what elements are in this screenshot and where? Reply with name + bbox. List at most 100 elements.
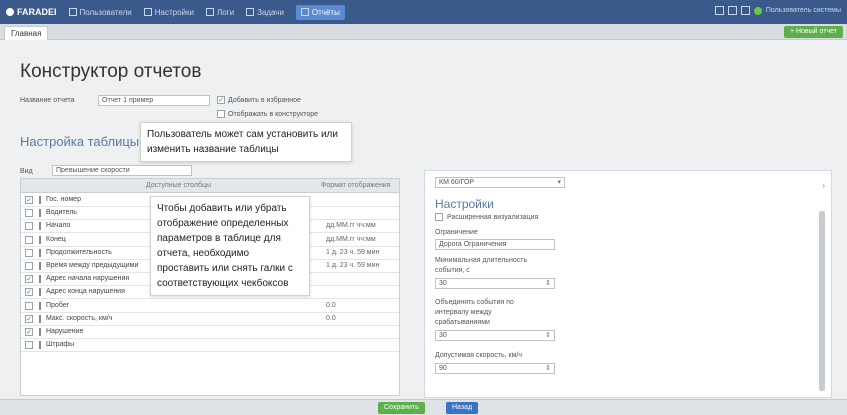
gear-icon [143, 8, 152, 16]
row-param-name: Конец [46, 235, 66, 243]
row-param-name: Гос. номер [46, 196, 81, 203]
row-format-value[interactable]: 1 д. 23 ч. 59 мин [326, 262, 379, 269]
row-checkbox[interactable]: ✓ [25, 328, 33, 336]
settings-select[interactable]: КМ 60/ГОР ▾ [435, 177, 565, 188]
row-checkbox[interactable]: ✓ [25, 275, 33, 284]
grid-icon[interactable] [727, 6, 737, 15]
constructor-checkbox[interactable] [217, 110, 225, 118]
row-param-name: Начало [46, 222, 71, 230]
message-icon[interactable] [740, 6, 750, 15]
row-format-value[interactable]: дд.ММ.гг чч:мм [326, 222, 376, 229]
drag-handle-icon[interactable] [39, 275, 41, 284]
row-format-value[interactable]: 0.0 [326, 315, 336, 322]
row-param-name: Адрес конца нарушения [46, 288, 125, 296]
extended-checkbox[interactable] [435, 213, 443, 221]
drag-handle-icon[interactable] [39, 222, 41, 231]
stepper-icon[interactable]: ⇕ [545, 279, 551, 288]
bottom-bar: Сохранить Назад [0, 399, 847, 415]
top-right-tools: Пользователь системы [714, 6, 841, 15]
report-name-input[interactable]: Отчет 1 пример [98, 95, 210, 106]
doc-icon [205, 8, 214, 16]
expand-icon[interactable]: › [822, 181, 825, 190]
row-param-name: Время между предыдущими [46, 262, 139, 269]
drag-handle-icon[interactable] [39, 288, 41, 297]
row-checkbox[interactable] [25, 222, 33, 231]
drag-handle-icon[interactable] [39, 328, 41, 336]
nav-settings[interactable]: Настройки [143, 8, 194, 17]
app-logo[interactable]: FARADEI [6, 7, 57, 17]
table-row: ✓ Макс. скорость, км/ч 0.0 [21, 313, 399, 326]
settings-title: Настройки [435, 197, 494, 211]
nav-reports[interactable]: Отчёты [295, 4, 345, 20]
row-param-name: Адрес начала нарушения [46, 275, 130, 283]
page-title: Конструктор отчетов [20, 61, 202, 82]
stepper-icon[interactable]: ⇕ [545, 331, 551, 340]
row-checkbox[interactable]: ✓ [25, 196, 33, 204]
col-format-header: Формат отображения [321, 182, 391, 189]
drag-handle-icon[interactable] [39, 209, 41, 218]
row-checkbox[interactable] [25, 209, 33, 218]
top-navbar: FARADEI Пользователи Настройки Логи Зада… [0, 0, 847, 24]
nav-tasks[interactable]: Задачи [246, 8, 284, 17]
min-duration-label: Минимальная длительность [435, 257, 528, 264]
settings-panel: КМ 60/ГОР ▾ Настройки Расширенная визуали… [424, 170, 832, 398]
table-row: ✓ Нарушение [21, 326, 399, 339]
view-label: Вид [20, 168, 33, 175]
drag-handle-icon[interactable] [39, 196, 41, 204]
row-checkbox[interactable] [25, 248, 33, 257]
limit-input[interactable]: Дорога Ограничения [435, 239, 555, 250]
row-checkbox[interactable]: ✓ [25, 314, 33, 323]
tab-main[interactable]: Главная [4, 26, 49, 40]
drag-handle-icon[interactable] [39, 235, 41, 244]
table-settings-title: Настройка таблицы [20, 134, 140, 149]
save-button[interactable]: Сохранить [378, 402, 425, 414]
merge-label: Объединять события по [435, 299, 514, 306]
speed-input[interactable]: 90 ⇕ [435, 363, 555, 374]
limit-label: Ограничение [435, 229, 478, 236]
row-checkbox[interactable] [25, 262, 33, 270]
row-checkbox[interactable]: ✓ [25, 288, 33, 297]
extended-label: Расширенная визуализация [447, 214, 539, 221]
nav-logs[interactable]: Логи [205, 8, 234, 17]
row-param-name: Макс. скорость, км/ч [46, 314, 113, 322]
merge-label-3: срабатываниями [435, 319, 490, 326]
drag-handle-icon[interactable] [39, 341, 41, 350]
table-header: Доступные столбцы Формат отображения [21, 179, 399, 193]
nav-users[interactable]: Пользователи [68, 8, 132, 17]
back-button[interactable]: Назад [446, 402, 479, 414]
tooltip-checkboxes: Чтобы добавить или убрать отображение оп… [150, 196, 310, 296]
merge-input[interactable]: 30 ⇕ [435, 330, 555, 341]
window-icon[interactable] [714, 6, 724, 15]
row-format-value[interactable]: 1 д. 23 ч. 59 мин [326, 249, 379, 256]
user-name[interactable]: Пользователь системы [766, 7, 841, 14]
row-param-name: Пробег [46, 301, 70, 309]
view-select[interactable]: Превышение скорости [52, 165, 192, 176]
drag-handle-icon[interactable] [39, 262, 41, 270]
drag-handle-icon[interactable] [39, 314, 41, 323]
row-checkbox[interactable] [25, 235, 33, 244]
stepper-icon[interactable]: ⇕ [545, 364, 551, 373]
row-checkbox[interactable] [25, 341, 33, 350]
speed-label: Допустимая скорость, км/ч [435, 352, 523, 359]
table-row: Пробег 0.0 [21, 300, 399, 313]
users-icon [68, 8, 77, 16]
report-icon [300, 8, 309, 16]
favorites-label: Добавить в избранное [228, 97, 301, 104]
col-param-header: Доступные столбцы [146, 182, 212, 189]
favorites-checkbox[interactable]: ✓ [217, 96, 225, 104]
new-report-button[interactable]: + Новый отчет [783, 26, 843, 38]
row-checkbox[interactable] [25, 301, 33, 310]
tasks-icon [246, 8, 255, 16]
chevron-down-icon: ▾ [557, 179, 561, 186]
row-format-value[interactable]: дд.ММ.гг чч:мм [326, 236, 376, 243]
settings-scrollbar[interactable] [819, 211, 825, 391]
min-duration-input[interactable]: 30 ⇕ [435, 278, 555, 289]
min-duration-label-2: события, с [435, 267, 470, 274]
constructor-label: Отображать в конструкторе [228, 111, 319, 118]
row-param-name: Штрафы [46, 341, 75, 349]
row-format-value[interactable]: 0.0 [326, 302, 336, 309]
row-param-name: Продолжительность [46, 248, 112, 256]
report-name-label: Название отчета [20, 97, 75, 104]
drag-handle-icon[interactable] [39, 301, 41, 310]
drag-handle-icon[interactable] [39, 248, 41, 257]
